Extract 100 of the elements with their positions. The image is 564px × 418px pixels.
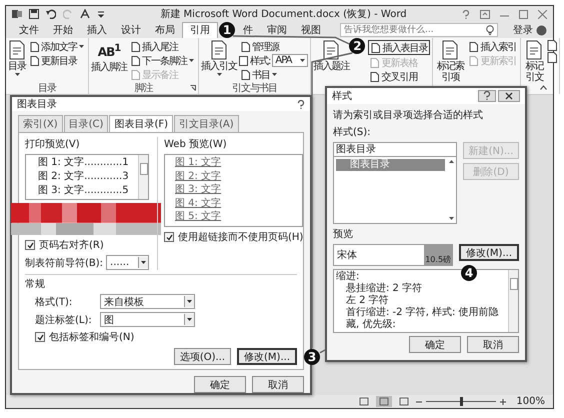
document-icon [241, 70, 250, 80]
ribbon-button[interactable]: 插入引文 [201, 40, 237, 82]
leader-dropdown[interactable]: ...... [106, 255, 149, 270]
caret-icon [14, 73, 20, 76]
ribbon-tab[interactable]: 件 [236, 22, 260, 38]
slider-thumb[interactable] [460, 397, 464, 406]
checkbox-label: 包括标签和编号(N) [49, 330, 134, 344]
zoom-in-icon[interactable] [500, 398, 506, 404]
caret-icon [216, 73, 222, 76]
caret-icon [187, 318, 192, 321]
dialog-tab[interactable]: 引文目录(A) [174, 115, 239, 132]
ribbon-tab[interactable]: 设计 [114, 22, 148, 38]
save-icon[interactable] [29, 9, 39, 19]
sign-in-link[interactable]: 登录 [513, 23, 533, 37]
ribbon-button[interactable]: AB$^{1}$ 插入脚注 [91, 40, 127, 82]
word-logo-icon[interactable] [12, 9, 22, 19]
zoom-out-icon[interactable] [416, 398, 422, 404]
ribbon-tab[interactable]: 插入 [80, 22, 114, 38]
style-name-field[interactable]: 图表目录 [333, 142, 457, 157]
dialog-tab[interactable]: 目录(C) [64, 115, 108, 132]
dialog-tab[interactable]: 图表目录(F) [109, 115, 174, 132]
group-label: 脚注 [134, 82, 152, 95]
ribbon-tab[interactable]: 审阅 [260, 22, 294, 38]
checkbox[interactable] [35, 332, 45, 342]
ribbon-button[interactable]: 标记索引项 [435, 40, 466, 83]
undo-icon[interactable] [46, 9, 56, 19]
ribbon-button[interactable]: 插入题注 [313, 40, 350, 83]
dialog-button[interactable]: 确定 [409, 336, 461, 353]
preview-link[interactable]: 图 2: 文字 [175, 170, 302, 183]
document-icon [241, 42, 250, 52]
modify-button[interactable]: 修改(M)... [459, 244, 519, 261]
view-icon[interactable] [376, 396, 392, 407]
preview-link[interactable]: 图 1: 文字 [175, 156, 302, 170]
caption-label-dropdown[interactable]: 图 [100, 312, 195, 327]
ribbon-tab[interactable]: 视图 [294, 22, 328, 38]
caret-icon [272, 73, 277, 76]
ribbon-button[interactable]: 管理源 [239, 40, 281, 53]
ribbon-tab[interactable]: 布局 [148, 22, 182, 38]
document-icon[interactable] [547, 40, 558, 51]
ribbon-button[interactable]: 更新目录 [28, 54, 79, 67]
scrollbar[interactable] [508, 270, 518, 332]
field-label: 样式(S): [333, 126, 372, 139]
preview-link[interactable]: 图 3: 文字 [175, 183, 302, 196]
section-label: 预览 [333, 228, 354, 241]
dialog-button[interactable]: 取消 [252, 376, 304, 393]
ribbon-tab[interactable]: 引用 [182, 22, 218, 38]
field-label: 样式: [250, 54, 270, 68]
font-size-swatch: 10.5磅 [424, 245, 452, 265]
scrollbar[interactable] [138, 155, 148, 199]
caret-icon [187, 300, 192, 303]
ribbon-options-icon[interactable] [480, 10, 490, 18]
dialog-tab[interactable]: 索引(X) [18, 115, 63, 132]
section-label: Web 预览(W) [164, 138, 228, 151]
help-icon[interactable] [478, 90, 496, 102]
maximize-icon[interactable] [519, 10, 528, 18]
modify-button[interactable]: 修改(M)... [237, 348, 297, 365]
ribbon-button[interactable]: 交叉引用 [368, 70, 420, 83]
ribbon-button[interactable]: 目录 [8, 40, 26, 82]
step-number: 4 [461, 265, 478, 281]
search-field[interactable]: 告诉我您想要做什么... [340, 23, 498, 37]
ribbon-button[interactable]: 插入尾注 [129, 40, 180, 53]
ribbon-button[interactable]: 书目 [239, 68, 279, 81]
scroll-up-icon[interactable] [449, 160, 454, 163]
close-icon[interactable] [498, 90, 520, 102]
preview-entry: 图 1: 文字............1 [38, 156, 130, 170]
list-item[interactable]: 图表目录 [336, 159, 445, 171]
section-label: 常规 [25, 278, 46, 291]
dialog-launcher-icon[interactable] [190, 85, 196, 91]
customize-icon[interactable] [97, 10, 105, 18]
caret-icon [79, 45, 84, 48]
dialog-button[interactable]: 取消 [467, 336, 519, 353]
preview-entry: 图 3: 文字............5 [38, 184, 130, 198]
field-label: 格式(T): [35, 296, 74, 308]
document-icon[interactable] [547, 52, 558, 63]
ribbon-tab[interactable]: 文件 [12, 22, 46, 38]
help-icon[interactable] [297, 100, 305, 108]
ribbon-button[interactable]: 插入表目录 [368, 40, 430, 55]
preview-link[interactable]: 图 5: 文字 [175, 210, 302, 224]
format-dropdown[interactable]: 来自模板 [100, 294, 195, 309]
avatar-icon[interactable] [536, 24, 547, 36]
ribbon-button[interactable]: 插入索引 [467, 40, 518, 53]
ribbon-button[interactable]: 标记引文 [523, 40, 546, 83]
caret-icon [300, 59, 306, 62]
help-icon[interactable] [462, 10, 470, 18]
checkbox[interactable] [25, 240, 35, 250]
options-button[interactable]: 选项(O)... [174, 348, 232, 365]
scroll-down-icon[interactable] [449, 217, 454, 220]
ribbon-tab[interactable]: 开始 [46, 22, 80, 38]
step-number: 1 [219, 22, 235, 38]
style-dropdown[interactable]: APA [272, 54, 308, 67]
field-label: 题注标签(L): [35, 314, 93, 326]
window-title: 新建 Microsoft Word Document.docx (恢复) - Word [159, 8, 408, 21]
collapse-icon[interactable] [540, 85, 547, 90]
ribbon-button[interactable]: 添加文字 [28, 40, 86, 53]
ribbon-button[interactable]: 下一条脚注 [129, 54, 196, 67]
dialog-button[interactable]: 确定 [194, 376, 246, 393]
preview-link[interactable]: 图 4: 文字 [175, 196, 302, 210]
checkbox[interactable] [164, 232, 174, 242]
font-icon[interactable] [80, 9, 90, 19]
group-label: 目录 [38, 82, 56, 95]
